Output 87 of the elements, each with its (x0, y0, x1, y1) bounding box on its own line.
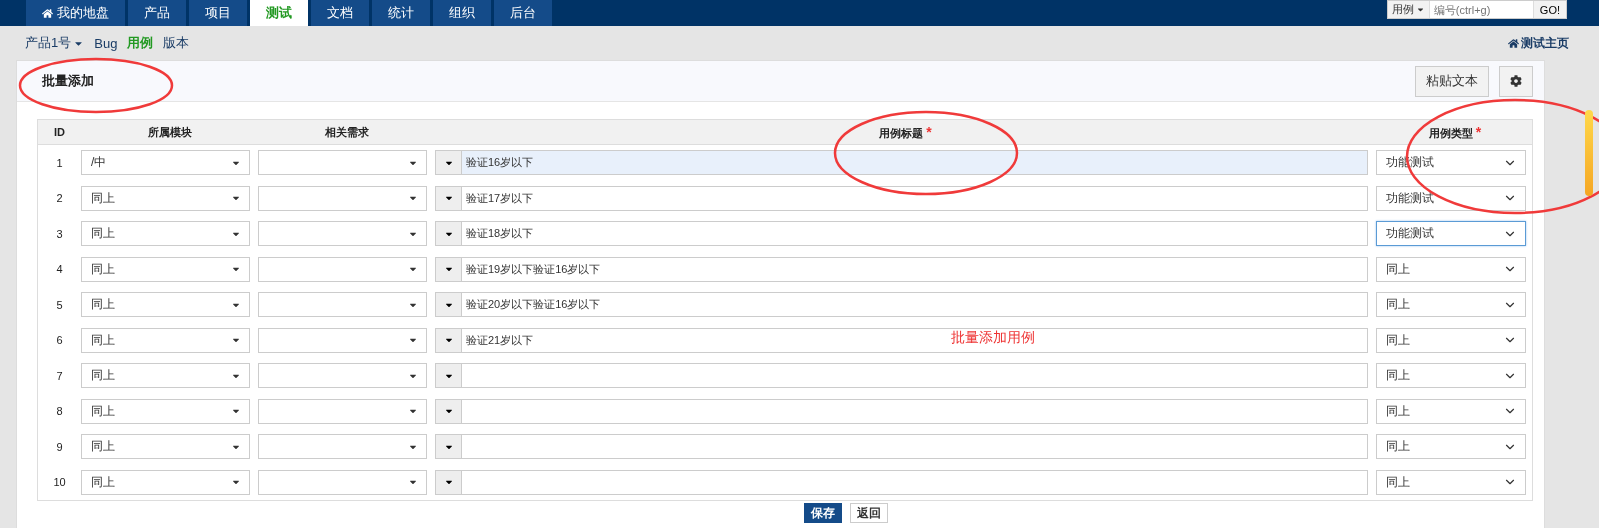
paste-text-button[interactable]: 粘贴文本 (1415, 65, 1489, 97)
save-button[interactable]: 保存 (803, 503, 842, 523)
module-select[interactable]: 同上 (81, 327, 250, 353)
title-field[interactable]: 验证16岁以下 (461, 150, 1368, 176)
panel-title: 批量添加 (42, 72, 94, 90)
nav-tab[interactable]: 文档 (311, 0, 369, 26)
settings-icon (1510, 75, 1522, 87)
type-select[interactable]: 同上 (1376, 327, 1526, 353)
module-select[interactable]: /中 (81, 150, 250, 176)
module-select[interactable]: 同上 (81, 292, 250, 318)
settings-button[interactable] (1499, 65, 1533, 97)
story-select[interactable] (258, 363, 427, 389)
story-select[interactable] (258, 292, 427, 318)
module-select[interactable]: 同上 (81, 185, 250, 211)
annotation-text: 批量添加用例 (951, 329, 1035, 347)
nav-tab[interactable]: 项目 (189, 0, 247, 26)
title-options-button[interactable] (435, 363, 461, 389)
home-icon (1508, 37, 1519, 49)
type-select[interactable]: 同上 (1376, 434, 1526, 460)
row-id: 4 (55, 263, 64, 276)
nav-tab[interactable]: 组织 (433, 0, 491, 26)
column-header: 用例标题 (879, 126, 924, 139)
row-id: 9 (55, 440, 64, 453)
type-select[interactable]: 同上 (1376, 292, 1526, 318)
title-options-button[interactable] (435, 398, 461, 424)
module-select[interactable]: 同上 (81, 469, 250, 495)
story-select[interactable] (258, 398, 427, 424)
required-mark: * (1475, 123, 1482, 140)
story-select[interactable] (258, 185, 427, 211)
type-select[interactable]: 同上 (1376, 398, 1526, 424)
title-field[interactable]: 验证18岁以下 (461, 221, 1368, 247)
subnav-link[interactable]: 版本 (163, 34, 190, 52)
required-mark: * (926, 123, 932, 140)
nav-tab[interactable]: 产品 (128, 0, 186, 26)
title-options-button[interactable] (435, 292, 461, 318)
nav-tab[interactable]: 我的地盘 (26, 0, 125, 26)
title-field[interactable] (461, 434, 1368, 460)
title-options-button[interactable] (435, 434, 461, 460)
story-select[interactable] (258, 327, 427, 353)
title-options-button[interactable] (435, 221, 461, 247)
story-select[interactable] (258, 469, 427, 495)
type-select[interactable]: 同上 (1376, 469, 1526, 495)
subnav-link[interactable]: Bug (94, 35, 118, 51)
test-home-link[interactable]: 测试主页 (1508, 34, 1569, 52)
story-select[interactable] (258, 150, 427, 176)
title-field[interactable]: 验证20岁以下验证16岁以下 (461, 292, 1368, 318)
scrollbar-thumb[interactable] (1585, 110, 1593, 196)
title-field[interactable]: 验证19岁以下验证16岁以下 (461, 256, 1368, 282)
row-id: 3 (55, 227, 64, 240)
row-id: 2 (55, 192, 64, 205)
module-select[interactable]: 同上 (81, 221, 250, 247)
title-field[interactable] (461, 363, 1368, 389)
story-select[interactable] (258, 221, 427, 247)
story-select[interactable] (258, 434, 427, 460)
type-select[interactable]: 功能测试 (1376, 221, 1526, 247)
story-select[interactable] (258, 256, 427, 282)
column-header: 相关需求 (324, 125, 369, 138)
product-dropdown[interactable]: 产品1号 (25, 34, 85, 52)
module-select[interactable]: 同上 (81, 398, 250, 424)
type-select[interactable]: 功能测试 (1376, 185, 1526, 211)
title-options-button[interactable] (435, 150, 461, 176)
title-field[interactable] (461, 469, 1368, 495)
column-header: 用例类型 (1428, 126, 1473, 139)
row-id: 5 (55, 298, 64, 311)
nav-tab[interactable]: 统计 (372, 0, 430, 26)
type-select[interactable]: 同上 (1376, 363, 1526, 389)
row-id: 1 (55, 156, 64, 169)
title-options-button[interactable] (435, 185, 461, 211)
column-header: 所属模块 (147, 125, 192, 138)
row-id: 7 (55, 369, 64, 382)
title-options-button[interactable] (435, 327, 461, 353)
column-header: ID (54, 126, 65, 138)
row-id: 6 (55, 334, 64, 347)
module-select[interactable]: 同上 (81, 363, 250, 389)
row-id: 8 (55, 405, 64, 418)
type-select[interactable]: 同上 (1376, 256, 1526, 282)
module-select[interactable]: 同上 (81, 256, 250, 282)
title-options-button[interactable] (435, 469, 461, 495)
module-select[interactable]: 同上 (81, 434, 250, 460)
nav-tab[interactable]: 后台 (494, 0, 552, 26)
home-icon (42, 7, 53, 19)
nav-tab[interactable]: 测试 (250, 0, 308, 26)
title-field[interactable] (461, 398, 1368, 424)
row-id: 10 (52, 476, 67, 489)
title-options-button[interactable] (435, 256, 461, 282)
title-field[interactable]: 验证17岁以下 (461, 185, 1368, 211)
back-button[interactable]: 返回 (849, 503, 888, 523)
